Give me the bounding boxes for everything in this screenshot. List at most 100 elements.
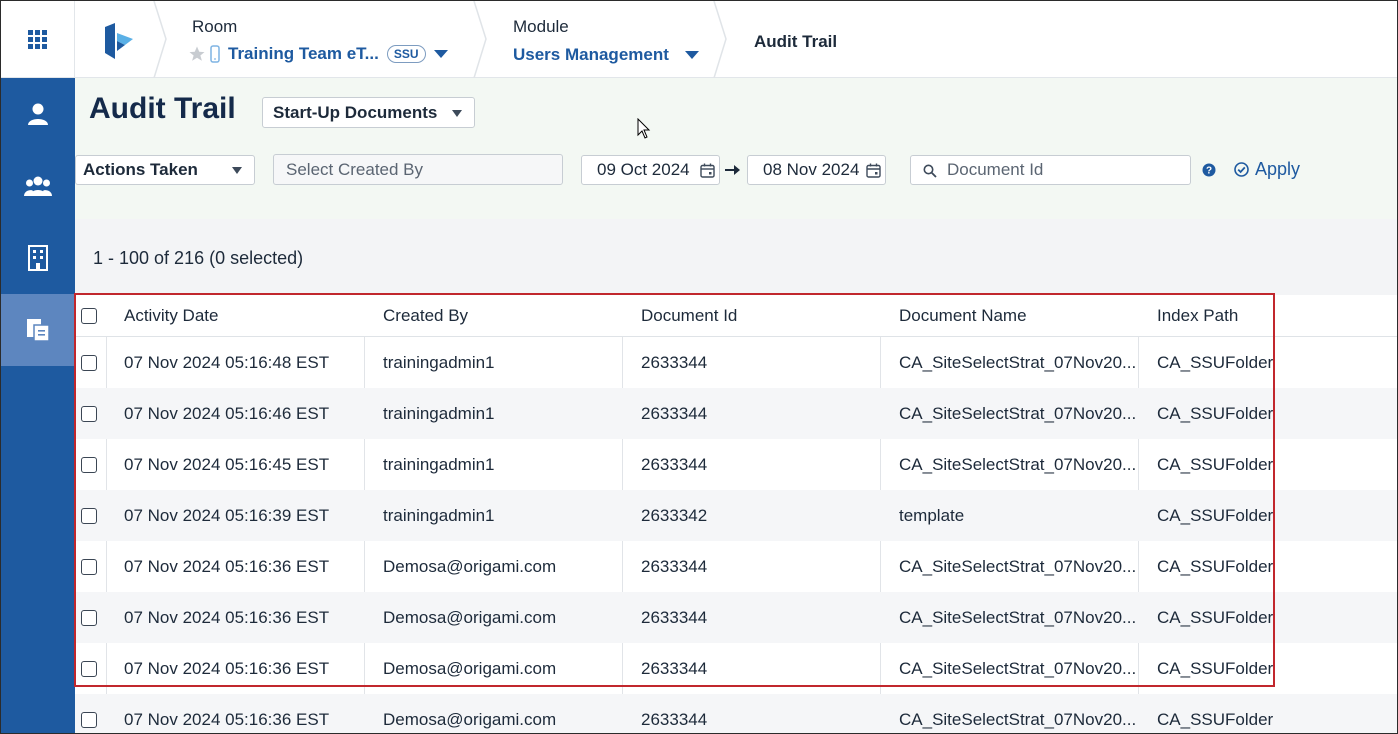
sidebar-item-users[interactable] (1, 78, 75, 150)
table-row[interactable]: 07 Nov 2024 05:16:39 EST trainingadmin1 … (75, 490, 1397, 541)
date-from-value: 09 Oct 2024 (597, 160, 690, 179)
date-from-field[interactable]: 09 Oct 2024 (581, 155, 720, 185)
breadcrumb-current: Audit Trail (754, 32, 838, 51)
main-content: Audit Trail Start-Up Documents Actions T… (75, 78, 1397, 733)
documents-icon (27, 319, 50, 342)
created-by-cell: Demosa@origami.com (383, 607, 557, 627)
table-row[interactable]: 07 Nov 2024 05:16:45 EST trainingadmin1 … (75, 439, 1397, 490)
row-checkbox[interactable] (81, 660, 97, 677)
index-path-cell: CA_SSUFolder (1157, 505, 1274, 525)
document-id-search[interactable]: Document Id (910, 155, 1191, 185)
breadcrumb-separator (153, 1, 167, 78)
activity-date-cell: 07 Nov 2024 05:16:48 EST (124, 352, 330, 372)
document-id-cell: 2633344 (641, 352, 708, 372)
row-checkbox-cell (81, 388, 97, 439)
header-document-name[interactable]: Document Name (899, 296, 1027, 336)
calendar-icon[interactable] (866, 163, 881, 178)
top-header: Room Training Team eT... SSU Module User… (1, 1, 1397, 78)
document-name-cell: CA_SiteSelectStrat_07Nov20... (899, 352, 1137, 372)
room-selector[interactable]: Training Team eT... SSU (188, 44, 448, 64)
table-row[interactable]: 07 Nov 2024 05:16:36 EST Demosa@origami.… (75, 694, 1397, 733)
header-activity-date[interactable]: Activity Date (124, 296, 218, 336)
row-checkbox[interactable] (81, 609, 97, 626)
header-index-path[interactable]: Index Path (1157, 296, 1238, 336)
row-checkbox[interactable] (81, 711, 97, 728)
created-by-placeholder: Select Created By (286, 159, 424, 179)
header-document-id[interactable]: Document Id (641, 296, 737, 336)
table-header-row: Activity Date Created By Document Id Doc… (75, 296, 1397, 337)
svg-text:?: ? (1206, 166, 1212, 177)
activity-date-cell: 07 Nov 2024 05:16:45 EST (124, 454, 330, 474)
document-name-cell: CA_SiteSelectStrat_07Nov20... (899, 709, 1137, 729)
row-checkbox-cell (81, 592, 97, 643)
module-selector[interactable]: Users Management (513, 45, 699, 65)
document-category-value: Start-Up Documents (273, 102, 438, 122)
document-name-cell: CA_SiteSelectStrat_07Nov20... (899, 556, 1137, 576)
row-checkbox[interactable] (81, 507, 97, 524)
activity-date-cell: 07 Nov 2024 05:16:36 EST (124, 556, 330, 576)
document-id-cell: 2633344 (641, 454, 708, 474)
index-path-cell: CA_SSUFolder (1157, 658, 1274, 678)
row-checkbox-cell (81, 439, 97, 490)
document-name-cell: template (899, 505, 965, 525)
module-name: Users Management (513, 45, 669, 64)
module-label: Module (513, 17, 569, 36)
document-name-cell: CA_SiteSelectStrat_07Nov20... (899, 658, 1137, 678)
index-path-cell: CA_SSUFolder (1157, 709, 1274, 729)
row-checkbox-cell (81, 490, 97, 541)
table-row[interactable]: 07 Nov 2024 05:16:36 EST Demosa@origami.… (75, 643, 1397, 694)
sidebar-item-groups[interactable] (1, 150, 75, 222)
row-checkbox[interactable] (81, 558, 97, 575)
header-created-by[interactable]: Created By (383, 296, 468, 336)
date-to-value: 08 Nov 2024 (763, 160, 859, 179)
app-launcher-button[interactable] (1, 1, 75, 78)
ssu-badge: SSU (386, 45, 426, 63)
index-path-cell: CA_SSUFolder (1157, 403, 1274, 423)
index-path-cell: CA_SSUFolder (1157, 556, 1274, 576)
room-name: Training Team eT... (228, 44, 379, 63)
table-row[interactable]: 07 Nov 2024 05:16:36 EST Demosa@origami.… (75, 592, 1397, 643)
page-title: Audit Trail (89, 92, 236, 125)
row-checkbox[interactable] (81, 354, 97, 371)
document-id-cell: 2633344 (641, 403, 708, 423)
created-by-cell: Demosa@origami.com (383, 658, 557, 678)
created-by-cell: trainingadmin1 (383, 352, 495, 372)
audit-table: Activity Date Created By Document Id Doc… (75, 296, 1397, 733)
row-checkbox[interactable] (81, 456, 97, 473)
help-icon[interactable]: ? (1202, 163, 1216, 177)
mobile-icon (210, 45, 220, 63)
actions-taken-select[interactable]: Actions Taken (75, 155, 255, 185)
table-row[interactable]: 07 Nov 2024 05:16:46 EST trainingadmin1 … (75, 388, 1397, 439)
activity-date-cell: 07 Nov 2024 05:16:36 EST (124, 709, 330, 729)
grid-icon (28, 30, 47, 49)
chevron-down-icon (684, 51, 699, 59)
star-icon[interactable] (188, 45, 206, 63)
created-by-cell: trainingadmin1 (383, 505, 495, 525)
date-to-field[interactable]: 08 Nov 2024 (747, 155, 886, 185)
chevron-down-icon (232, 167, 242, 174)
sidebar-item-documents[interactable] (1, 294, 75, 366)
index-path-cell: CA_SSUFolder (1157, 607, 1274, 627)
search-icon (923, 164, 937, 178)
row-checkbox-cell (81, 541, 97, 592)
table-row[interactable]: 07 Nov 2024 05:16:48 EST trainingadmin1 … (75, 337, 1397, 388)
breadcrumb-separator (713, 1, 727, 78)
created-by-cell: Demosa@origami.com (383, 709, 557, 729)
created-by-cell: trainingadmin1 (383, 454, 495, 474)
row-checkbox-cell (81, 337, 97, 388)
chevron-down-icon (433, 50, 448, 58)
users-group-icon (24, 176, 52, 196)
apply-button[interactable]: Apply (1234, 159, 1300, 180)
select-all-checkbox[interactable] (81, 308, 97, 324)
document-category-select[interactable]: Start-Up Documents (262, 97, 475, 128)
calendar-icon[interactable] (700, 163, 715, 178)
index-path-cell: CA_SSUFolder (1157, 454, 1274, 474)
apply-label: Apply (1255, 159, 1301, 179)
row-checkbox[interactable] (81, 405, 97, 422)
created-by-cell: Demosa@origami.com (383, 556, 557, 576)
table-row[interactable]: 07 Nov 2024 05:16:36 EST Demosa@origami.… (75, 541, 1397, 592)
sidebar-item-sites[interactable] (1, 222, 75, 294)
created-by-select[interactable]: Select Created By (273, 154, 563, 185)
activity-date-cell: 07 Nov 2024 05:16:39 EST (124, 505, 330, 525)
document-name-cell: CA_SiteSelectStrat_07Nov20... (899, 607, 1137, 627)
